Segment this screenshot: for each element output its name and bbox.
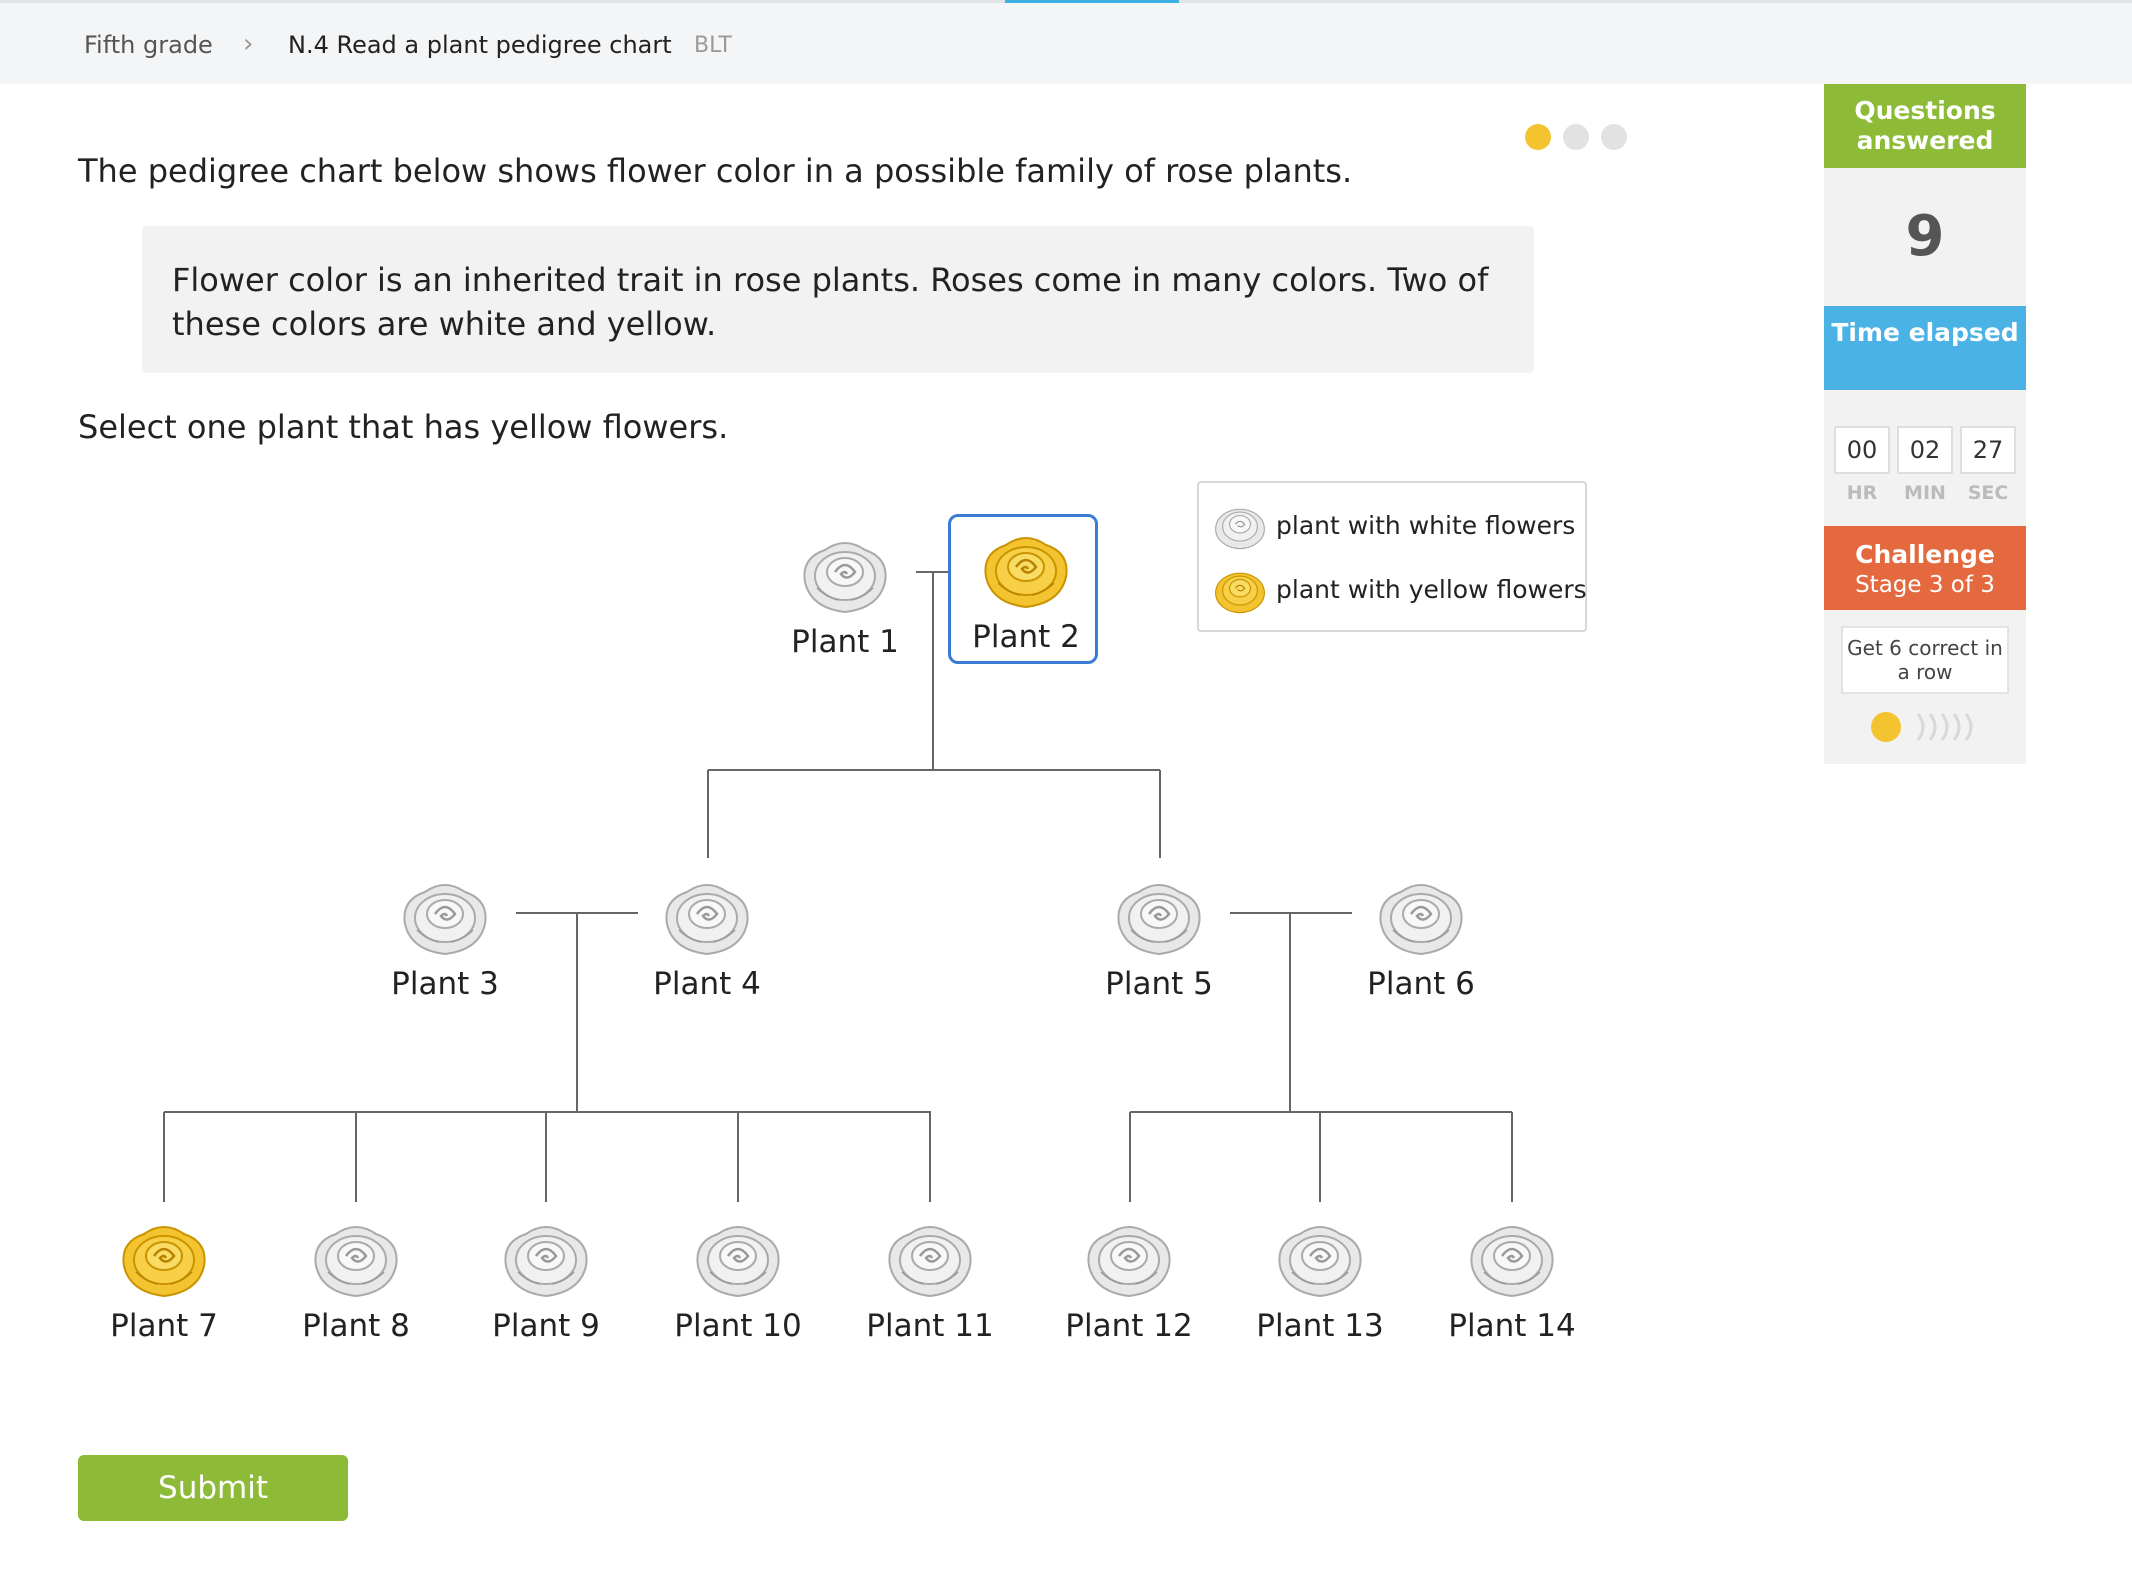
plant-7[interactable]: Plant 7: [89, 1206, 239, 1356]
plant-label: Plant 8: [302, 1308, 410, 1344]
rose-icon: [1470, 1226, 1554, 1298]
plant-label: Plant 10: [674, 1308, 802, 1344]
plant-label: Plant 1: [791, 624, 899, 660]
plant-label: Plant 5: [1105, 966, 1213, 1002]
rose-icon: [984, 537, 1068, 609]
timer-sec-unit: SEC: [1967, 482, 2009, 504]
plant-1[interactable]: Plant 1: [770, 522, 920, 672]
timer-min-unit: MIN: [1904, 482, 1946, 504]
plant-label: Plant 11: [866, 1308, 994, 1344]
plant-14[interactable]: Plant 14: [1437, 1206, 1587, 1356]
legend-yellow-label: plant with yellow flowers: [1276, 575, 1587, 604]
rose-icon: [665, 884, 749, 956]
plant-8[interactable]: Plant 8: [281, 1206, 431, 1356]
plant-4[interactable]: Plant 4: [632, 864, 782, 1014]
rose-icon: [696, 1226, 780, 1298]
plant-label: Plant 6: [1367, 966, 1475, 1002]
plant-10[interactable]: Plant 10: [663, 1206, 813, 1356]
streak-progress: [1871, 712, 1973, 742]
timer-hr-unit: HR: [1846, 482, 1878, 504]
timer-seconds: 27: [1960, 426, 2016, 474]
challenge-goal: Get 6 correct in a row: [1841, 626, 2009, 694]
rose-icon: [1087, 1226, 1171, 1298]
plant-2[interactable]: Plant 2: [948, 514, 1098, 664]
plant-label: Plant 13: [1256, 1308, 1384, 1344]
rose-icon: [803, 542, 887, 614]
plant-label: Plant 7: [110, 1308, 218, 1344]
rose-icon: [888, 1226, 972, 1298]
rose-icon: [122, 1226, 206, 1298]
plant-11[interactable]: Plant 11: [855, 1206, 1005, 1356]
questions-answered-header: Questions answered: [1824, 84, 2026, 168]
plant-label: Plant 14: [1448, 1308, 1576, 1344]
plant-6[interactable]: Plant 6: [1346, 864, 1496, 1014]
rose-icon: [1278, 1226, 1362, 1298]
plant-label: Plant 9: [492, 1308, 600, 1344]
plant-label: Plant 3: [391, 966, 499, 1002]
rose-icon: [504, 1226, 588, 1298]
time-elapsed-header: Time elapsed: [1824, 306, 2026, 390]
rose-icon: [1379, 884, 1463, 956]
challenge-body: Get 6 correct in a row: [1824, 610, 2026, 764]
rose-icon: [1117, 884, 1201, 956]
challenge-stage: Stage 3 of 3: [1855, 572, 1995, 598]
rose-icon: [314, 1226, 398, 1298]
plant-3[interactable]: Plant 3: [370, 864, 520, 1014]
yellow-rose-icon: [1215, 572, 1265, 614]
plant-5[interactable]: Plant 5: [1084, 864, 1234, 1014]
plant-9[interactable]: Plant 9: [471, 1206, 621, 1356]
rose-icon: [403, 884, 487, 956]
plant-12[interactable]: Plant 12: [1054, 1206, 1204, 1356]
white-rose-icon: [1215, 508, 1265, 550]
timer-minutes: 02: [1897, 426, 1953, 474]
submit-button[interactable]: Submit: [78, 1455, 348, 1521]
sidebar: Questions answered 9 Time elapsed 00 02 …: [1824, 84, 2026, 764]
plant-label: Plant 12: [1065, 1308, 1193, 1344]
timer: 00 02 27 HR MIN SEC: [1824, 390, 2026, 526]
challenge-label: Challenge: [1855, 540, 1995, 569]
plant-label: Plant 2: [972, 619, 1080, 655]
plant-label: Plant 4: [653, 966, 761, 1002]
questions-answered-count: 9: [1824, 168, 2026, 306]
timer-hours: 00: [1834, 426, 1890, 474]
legend-white-label: plant with white flowers: [1276, 511, 1576, 540]
challenge-header: Challenge Stage 3 of 3: [1824, 526, 2026, 610]
legend: plant with white flowers plant with yell…: [1197, 481, 1587, 632]
plant-13[interactable]: Plant 13: [1245, 1206, 1395, 1356]
